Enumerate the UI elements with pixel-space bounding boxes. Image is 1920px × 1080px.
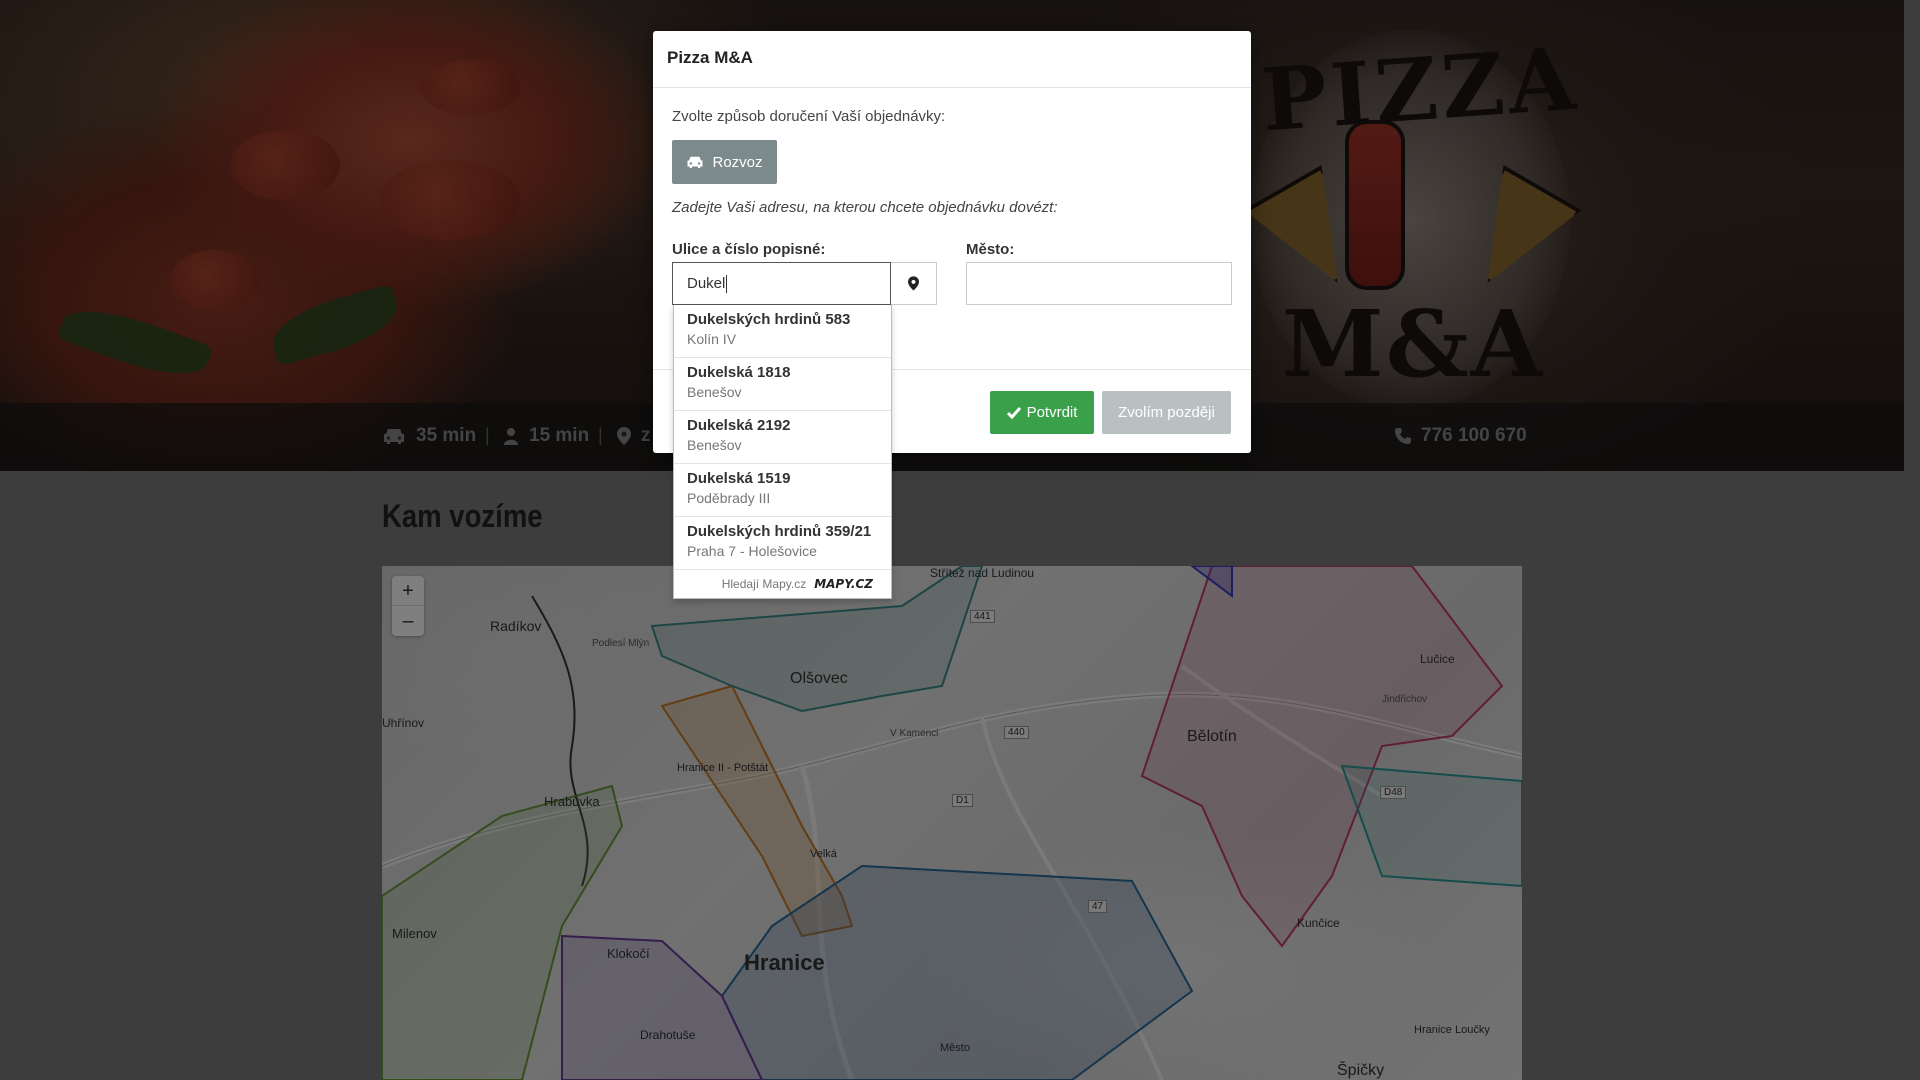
- modal-title: Pizza M&A: [667, 48, 753, 67]
- suggestion-title: Dukelská 1818: [687, 364, 791, 381]
- address-suggestions: Dukelských hrdinů 583 Kolín IV Dukelská …: [673, 305, 892, 599]
- provider-text: Hledají Mapy.cz: [721, 577, 807, 591]
- suggestion-item[interactable]: Dukelská 2192 Benešov: [674, 411, 891, 464]
- check-icon: [1006, 406, 1021, 419]
- street-input-value: Dukel: [687, 275, 726, 292]
- car-icon: [687, 156, 703, 168]
- suggestion-title: Dukelských hrdinů 359/21: [687, 523, 872, 540]
- map-marker-icon: [908, 276, 919, 291]
- modal-header: Pizza M&A: [653, 31, 1251, 88]
- street-input[interactable]: Dukel: [672, 262, 891, 305]
- suggestion-item[interactable]: Dukelských hrdinů 583 Kolín IV: [674, 305, 891, 358]
- delivery-method-label: Zvolte způsob doručení Vaší objednávky:: [672, 108, 946, 125]
- suggestion-subtitle: Kolín IV: [687, 331, 737, 347]
- suggestion-title: Dukelských hrdinů 583: [687, 311, 851, 328]
- street-label: Ulice a číslo popisné:: [672, 241, 826, 258]
- mapy-cz-logo: MAPY.CZ: [814, 577, 873, 591]
- suggestion-item[interactable]: Dukelských hrdinů 359/21 Praha 7 - Holeš…: [674, 517, 891, 570]
- choose-later-button[interactable]: Zvolím později: [1102, 391, 1231, 434]
- delivery-button-label: Rozvoz: [712, 153, 763, 171]
- suggestion-title: Dukelská 1519: [687, 470, 791, 487]
- city-label: Město:: [966, 241, 1015, 258]
- suggestion-item[interactable]: Dukelská 1818 Benešov: [674, 358, 891, 411]
- locate-button[interactable]: [891, 262, 937, 305]
- suggestion-title: Dukelská 2192: [687, 417, 791, 434]
- suggestion-subtitle: Benešov: [687, 384, 742, 400]
- suggestion-subtitle: Praha 7 - Holešovice: [687, 543, 817, 559]
- choose-later-label: Zvolím později: [1118, 404, 1215, 421]
- suggestion-subtitle: Poděbrady III: [687, 490, 771, 506]
- suggestion-item[interactable]: Dukelská 1519 Poděbrady III: [674, 464, 891, 517]
- suggestion-footer: Hledají Mapy.cz MAPY.CZ: [674, 570, 891, 598]
- city-input[interactable]: [966, 262, 1232, 305]
- confirm-button-label: Potvrdit: [1026, 404, 1078, 421]
- confirm-button[interactable]: Potvrdit: [990, 391, 1094, 434]
- address-hint: Zadejte Vaši adresu, na kterou chcete ob…: [672, 199, 1058, 216]
- delivery-button[interactable]: Rozvoz: [672, 140, 777, 184]
- text-caret: [726, 274, 728, 293]
- suggestion-subtitle: Benešov: [687, 437, 742, 453]
